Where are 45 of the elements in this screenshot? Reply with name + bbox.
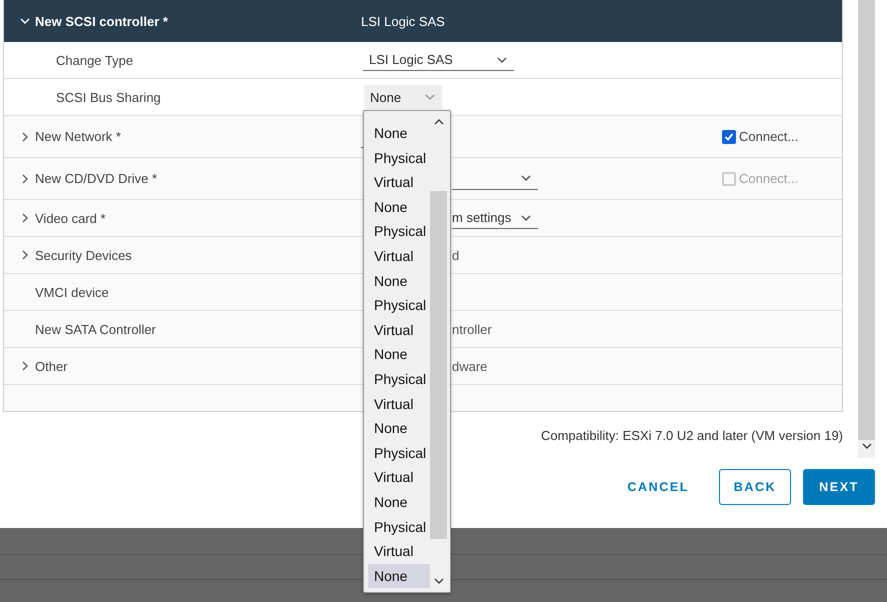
cancel-button[interactable]: CANCEL (609, 469, 707, 505)
menu-option[interactable]: Virtual (368, 392, 430, 416)
setting-label: New CD/DVD Drive * (35, 171, 158, 186)
menu-option[interactable]: None (368, 490, 430, 514)
menu-option[interactable]: None (368, 416, 430, 441)
menu-option[interactable]: Virtual (368, 465, 430, 490)
menu-option[interactable]: None (368, 564, 430, 588)
connect-label: Connect... (739, 171, 798, 186)
setting-label: New Network * (35, 129, 121, 144)
menu-option[interactable]: None (368, 194, 430, 220)
value-text: ntroller (452, 322, 492, 336)
menu-option[interactable]: Physical (368, 293, 430, 318)
setting-label: Video card * (35, 210, 106, 226)
back-button[interactable]: BACK (719, 469, 791, 505)
menu-option[interactable]: Physical (368, 146, 430, 170)
section-title: New SCSI controller * (35, 14, 168, 28)
setting-label: Other (35, 358, 68, 374)
scrollbar[interactable] (858, 0, 875, 458)
value-text: d (452, 248, 460, 262)
setting-label: SCSI Bus Sharing (56, 90, 161, 104)
menu-option[interactable]: None (368, 342, 430, 367)
next-button[interactable]: NEXT (803, 469, 875, 505)
connect-checkbox[interactable] (722, 130, 736, 144)
menu-option[interactable]: None (368, 268, 430, 294)
menu-option[interactable]: Physical (368, 514, 430, 540)
menu-option[interactable]: Physical (368, 219, 430, 244)
menu-option[interactable]: None (368, 121, 430, 146)
setting-label: Change Type (56, 52, 134, 68)
controller-type: LSI Logic SAS (361, 14, 445, 28)
menu-option[interactable]: Virtual (368, 170, 430, 195)
menu-option[interactable]: Virtual (368, 318, 430, 342)
setting-label: VMCI device (35, 284, 109, 300)
bus-sharing-select[interactable]: None (364, 85, 442, 109)
setting-label: New SATA Controller (35, 322, 156, 336)
compatibility-text: Compatibility: ESXi 7.0 U2 and later (VM version 19) (540, 428, 843, 443)
bus-sharing-menu[interactable]: None Physical Virtual None Physical Virtual None Physical Virtual None Physical Virtual None Physical Virtual None Physical Virtual None (363, 110, 451, 593)
value-text: dware (452, 358, 488, 374)
menu-option[interactable]: Virtual (368, 539, 430, 564)
menu-option[interactable]: Physical (368, 366, 430, 392)
menu-option[interactable]: Virtual (368, 244, 430, 269)
type-select[interactable]: LSI Logic SAS (363, 49, 514, 71)
setting-label: Security Devices (35, 248, 132, 262)
display-select[interactable]: m settings (452, 207, 538, 229)
menu-option[interactable]: Physical (368, 440, 430, 466)
connect-label: Connect... (739, 129, 798, 144)
